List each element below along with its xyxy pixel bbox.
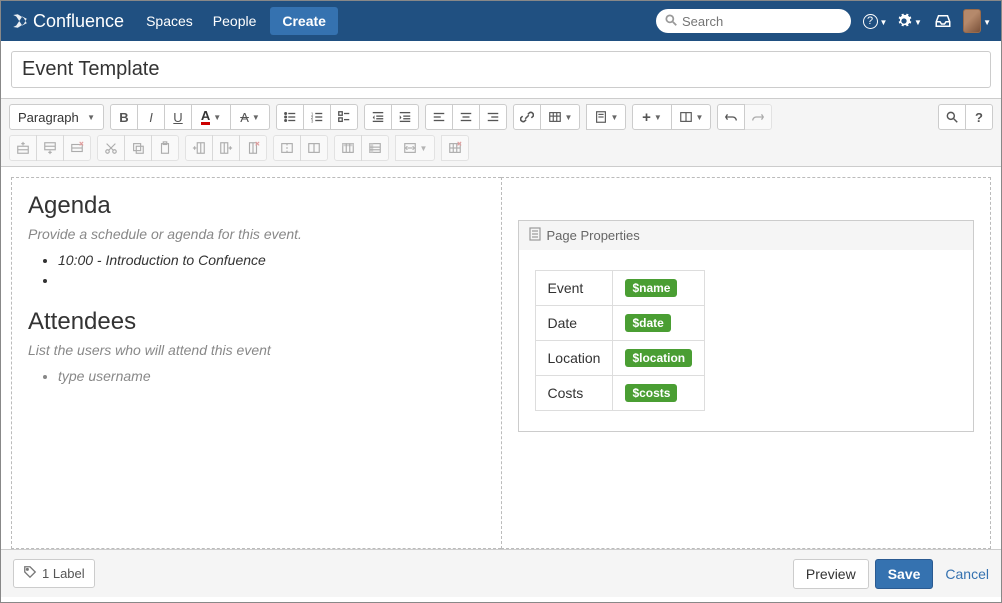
top-nav: Confluence Spaces People Create ?▼ ▼ ▼ [1, 1, 1001, 41]
bold-button[interactable]: B [110, 104, 138, 130]
product-logo[interactable]: Confluence [11, 11, 136, 32]
prop-label[interactable]: Date [535, 306, 613, 341]
page-properties-header: Page Properties [519, 221, 974, 250]
search-box[interactable] [656, 9, 851, 33]
merge-cells-button[interactable] [273, 135, 301, 161]
underline-button[interactable]: U [164, 104, 192, 130]
find-replace-button[interactable] [938, 104, 966, 130]
product-name: Confluence [33, 11, 124, 32]
layout-column-right[interactable]: Page Properties Event $name Date $date Loc… [501, 177, 992, 549]
settings-menu[interactable]: ▼ [895, 7, 923, 35]
create-button[interactable]: Create [270, 7, 338, 35]
labels-button[interactable]: 1 Label [13, 559, 95, 588]
nav-icons: ?▼ ▼ ▼ [861, 7, 991, 35]
attendees-heading: Attendees [28, 308, 485, 336]
variable-placeholder[interactable]: $name [625, 279, 677, 297]
col-insert-left-button[interactable] [185, 135, 213, 161]
outdent-button[interactable] [364, 104, 392, 130]
tag-icon [23, 565, 37, 582]
insert-more-button[interactable]: +▼ [632, 104, 672, 130]
table-responsive-button[interactable]: ▼ [395, 135, 435, 161]
row-delete-button[interactable] [63, 135, 91, 161]
editor-toolbar: Paragraph▼ B I U A▼ A▼ 123 ▼ ▼ [1, 98, 1001, 167]
page-layout-button[interactable]: ▼ [671, 104, 711, 130]
prop-label[interactable]: Event [535, 271, 613, 306]
page-properties-macro[interactable]: Page Properties Event $name Date $date Loc… [518, 220, 975, 432]
page-properties-title: Page Properties [547, 228, 640, 243]
editor-body[interactable]: Agenda Provide a schedule or agenda for … [1, 167, 1001, 549]
labels-count: 1 Label [42, 566, 85, 581]
table-row: Date $date [535, 306, 705, 341]
text-color-button[interactable]: A▼ [191, 104, 231, 130]
variable-placeholder[interactable]: $date [625, 314, 670, 332]
agenda-instruction: Provide a schedule or agenda for this ev… [28, 226, 485, 242]
paste-row-button[interactable] [151, 135, 179, 161]
cancel-link[interactable]: Cancel [945, 566, 989, 582]
variable-placeholder[interactable]: $costs [625, 384, 677, 402]
delete-table-button[interactable] [441, 135, 469, 161]
help-button[interactable]: ? [965, 104, 993, 130]
agenda-item-empty[interactable] [58, 272, 485, 288]
task-list-button[interactable] [330, 104, 358, 130]
redo-button[interactable] [744, 104, 772, 130]
clear-format-button[interactable]: A▼ [230, 104, 270, 130]
table-button[interactable]: ▼ [540, 104, 580, 130]
save-button[interactable]: Save [875, 559, 934, 589]
attendees-list[interactable]: type username [58, 368, 485, 384]
split-cells-button[interactable] [300, 135, 328, 161]
agenda-item[interactable]: 10:00 - Introduction to Confuence [58, 252, 485, 268]
col-insert-right-button[interactable] [212, 135, 240, 161]
copy-row-button[interactable] [124, 135, 152, 161]
row-header-button[interactable] [334, 135, 362, 161]
format-select[interactable]: Paragraph▼ [9, 104, 104, 130]
table-row: Location $location [535, 341, 705, 376]
number-list-button[interactable]: 123 [303, 104, 331, 130]
align-right-button[interactable] [479, 104, 507, 130]
title-row [1, 41, 1001, 98]
col-header-button[interactable] [361, 135, 389, 161]
row-insert-below-button[interactable] [36, 135, 64, 161]
attendees-item[interactable]: type username [58, 368, 485, 384]
table-row: Event $name [535, 271, 705, 306]
properties-table[interactable]: Event $name Date $date Location $location C… [535, 270, 706, 411]
agenda-list[interactable]: 10:00 - Introduction to Confuence [58, 252, 485, 288]
layout-column-left[interactable]: Agenda Provide a schedule or agenda for … [11, 177, 501, 549]
svg-text:3: 3 [311, 118, 314, 123]
bullet-list-button[interactable] [276, 104, 304, 130]
nav-people[interactable]: People [203, 7, 267, 35]
nav-links: Spaces People Create [136, 7, 338, 35]
search-input[interactable] [682, 14, 843, 29]
insert-files-button[interactable]: ▼ [586, 104, 626, 130]
preview-button[interactable]: Preview [793, 559, 869, 589]
align-left-button[interactable] [425, 104, 453, 130]
notifications-button[interactable] [929, 7, 957, 35]
profile-menu[interactable]: ▼ [963, 7, 991, 35]
nav-spaces[interactable]: Spaces [136, 7, 203, 35]
gear-icon [896, 13, 912, 29]
italic-button[interactable]: I [137, 104, 165, 130]
help-menu[interactable]: ?▼ [861, 7, 889, 35]
indent-button[interactable] [391, 104, 419, 130]
avatar [963, 9, 981, 33]
undo-button[interactable] [717, 104, 745, 130]
prop-label[interactable]: Location [535, 341, 613, 376]
align-center-button[interactable] [452, 104, 480, 130]
search-icon [664, 13, 678, 30]
confluence-icon [11, 12, 29, 30]
agenda-heading: Agenda [28, 192, 485, 220]
variable-placeholder[interactable]: $location [625, 349, 692, 367]
table-row: Costs $costs [535, 376, 705, 411]
cut-row-button[interactable] [97, 135, 125, 161]
inbox-icon [934, 12, 952, 30]
col-delete-button[interactable] [239, 135, 267, 161]
page-title-input[interactable] [11, 51, 991, 88]
attendees-instruction: List the users who will attend this even… [28, 342, 485, 358]
page-properties-icon [529, 227, 541, 244]
prop-label[interactable]: Costs [535, 376, 613, 411]
editor-footer: 1 Label Preview Save Cancel [1, 549, 1001, 597]
link-button[interactable] [513, 104, 541, 130]
row-insert-above-button[interactable] [9, 135, 37, 161]
